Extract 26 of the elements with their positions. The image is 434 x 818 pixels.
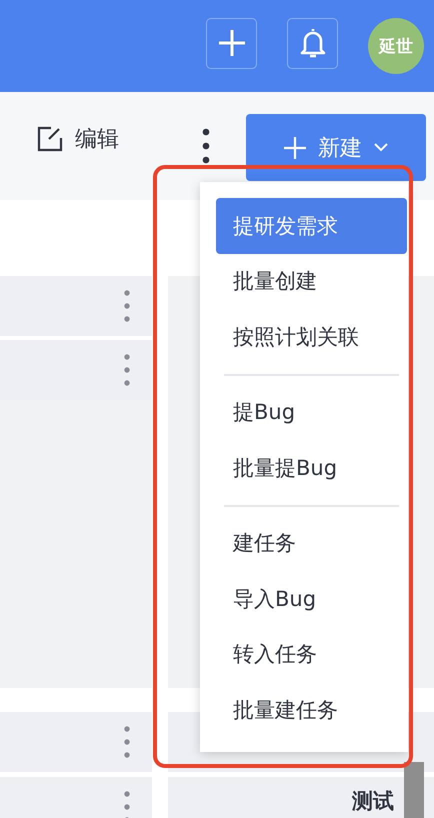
scrollbar-thumb[interactable] xyxy=(404,762,424,818)
bell-icon xyxy=(300,27,326,59)
edit-button[interactable]: 编辑 xyxy=(37,124,119,154)
menu-item[interactable]: 批量建任务 xyxy=(216,682,407,738)
menu-item[interactable]: 批量创建 xyxy=(216,254,407,309)
menu-item[interactable]: 导入Bug xyxy=(216,571,407,626)
menu-item[interactable]: 建任务 xyxy=(216,516,407,571)
menu-item[interactable]: 提研发需求 xyxy=(216,198,407,254)
plus-icon xyxy=(284,136,306,158)
more-icon xyxy=(124,791,130,818)
edit-icon xyxy=(37,126,63,152)
more-icon xyxy=(124,726,130,758)
menu-item[interactable]: 按照计划关联 xyxy=(216,309,407,364)
menu-item[interactable]: 批量提Bug xyxy=(216,440,407,496)
more-icon xyxy=(202,128,210,164)
menu-item[interactable]: 转入任务 xyxy=(216,626,407,682)
menu-item[interactable]: 提Bug xyxy=(216,384,407,440)
card-title: 测试 xyxy=(352,789,394,813)
plus-icon xyxy=(218,29,246,57)
add-button[interactable] xyxy=(206,18,257,68)
more-icon xyxy=(124,290,130,322)
more-icon xyxy=(124,354,130,386)
chevron-down-icon xyxy=(374,143,388,152)
new-button[interactable]: 新建 xyxy=(246,114,426,181)
notification-button[interactable] xyxy=(287,18,338,68)
more-button[interactable] xyxy=(202,128,210,164)
